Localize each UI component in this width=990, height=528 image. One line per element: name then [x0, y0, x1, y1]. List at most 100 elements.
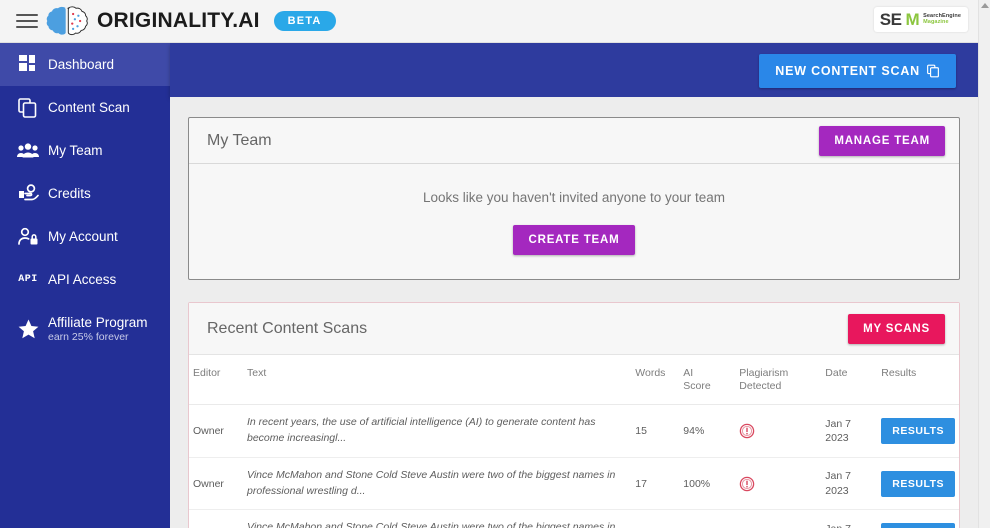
- manage-team-button[interactable]: MANAGE TEAM: [819, 125, 945, 156]
- hand-coin-icon: [8, 184, 48, 203]
- copy-documents-icon: [8, 97, 48, 118]
- sidebar-item-dashboard[interactable]: Dashboard: [0, 43, 170, 86]
- new-content-scan-label: NEW CONTENT SCAN: [775, 64, 920, 78]
- dashboard-grid-icon: [8, 55, 48, 74]
- table-row: OwnerVince McMahon and Stone Cold Steve …: [189, 509, 959, 528]
- my-team-card-header: My Team MANAGE TEAM: [189, 118, 959, 164]
- cell-editor: Owner: [189, 509, 243, 528]
- my-team-empty-state: Looks like you haven't invited anyone to…: [189, 164, 959, 279]
- scroll-up-arrow-icon[interactable]: [981, 3, 989, 8]
- alert-circle-icon: [740, 476, 755, 491]
- sem-se-text: SE: [879, 10, 902, 29]
- sidebar-item-content-scan[interactable]: Content Scan: [0, 86, 170, 129]
- cell-words: 17: [631, 457, 680, 511]
- alert-circle-icon: [740, 423, 755, 439]
- cell-plagiarism: [735, 404, 822, 458]
- cell-date-line2: 2023: [825, 432, 849, 444]
- sidebar-item-label: Credits: [48, 186, 91, 201]
- cell-results: RESULTS: [877, 457, 959, 511]
- cell-words: 17: [631, 509, 680, 528]
- hamburger-menu-icon[interactable]: [10, 10, 44, 32]
- star-icon: [8, 319, 48, 339]
- new-content-scan-button[interactable]: NEW CONTENT SCAN: [759, 54, 956, 88]
- api-text-icon: API: [8, 274, 48, 285]
- sidebar-item-affiliate-program[interactable]: Affiliate Program earn 25% forever: [0, 301, 170, 357]
- my-team-card: My Team MANAGE TEAM Looks like you haven…: [188, 117, 960, 280]
- column-header-editor: Editor: [189, 355, 243, 406]
- cell-text: Vince McMahon and Stone Cold Steve Austi…: [243, 509, 632, 528]
- cell-plagiarism: [735, 509, 822, 528]
- hamburger-line: [16, 14, 38, 16]
- scans-table-body: Owner In recent years, the use of artific…: [189, 404, 959, 528]
- sidebar-item-my-account[interactable]: My Account: [0, 215, 170, 258]
- column-header-words: Words: [631, 355, 680, 406]
- brand-name: ORIGINALITY.AI: [97, 9, 260, 32]
- my-team-empty-message: Looks like you haven't invited anyone to…: [422, 190, 725, 205]
- column-header-results: Results: [877, 355, 959, 406]
- column-header-plagiarism: Plagiarism Detected: [735, 355, 822, 406]
- top-bar: ORIGINALITY.AI BETA SE M SearchEngine Ma…: [0, 0, 978, 43]
- recent-content-scans-title: Recent Content Scans: [207, 319, 368, 337]
- sidebar-item-label: Affiliate Program: [48, 315, 148, 330]
- recent-content-scans-card: Recent Content Scans MY SCANS Editor Tex…: [188, 302, 960, 528]
- sidebar-item-label: My Account: [48, 229, 118, 244]
- cell-editor: Owner: [189, 457, 243, 511]
- create-team-button[interactable]: CREATE TEAM: [513, 225, 635, 255]
- sidebar-nav: Dashboard Content Scan My Team Credits M…: [0, 43, 170, 528]
- page-header-band: NEW CONTENT SCAN: [170, 43, 978, 97]
- cell-ai-score: 100%: [679, 457, 736, 511]
- cell-ai-score: 100%: [679, 509, 736, 528]
- cell-date: Jan 72023: [821, 457, 878, 511]
- sidebar-item-label: API Access: [48, 272, 117, 287]
- sem-subtitle-line2: Magazine: [923, 18, 949, 25]
- page-scrollbar[interactable]: [978, 0, 990, 528]
- api-glyph: API: [18, 274, 38, 285]
- sem-subtitle: SearchEngine Magazine: [923, 13, 961, 26]
- sem-partner-badge: SE M SearchEngine Magazine: [873, 7, 968, 32]
- cell-editor: Owner: [189, 404, 243, 458]
- column-header-ai-score: AI Score: [679, 355, 736, 406]
- sidebar-item-affiliate-text: Affiliate Program earn 25% forever: [48, 315, 148, 343]
- cell-date: Jan 7 2023: [821, 404, 878, 458]
- sem-m-text: M: [905, 10, 920, 29]
- sidebar-item-api-access[interactable]: API API Access: [0, 258, 170, 301]
- copy-documents-icon: [927, 64, 939, 78]
- sidebar-item-label: Content Scan: [48, 100, 130, 115]
- results-button[interactable]: RESULTS: [881, 523, 955, 528]
- main-content: My Team MANAGE TEAM Looks like you haven…: [170, 97, 978, 528]
- results-button[interactable]: RESULTS: [881, 470, 955, 497]
- brand-logo[interactable]: ORIGINALITY.AI: [46, 5, 260, 37]
- cell-date-line1: Jan 7: [825, 523, 851, 528]
- column-header-text: Text: [243, 355, 632, 406]
- cell-date-line1: Jan 7: [825, 470, 851, 483]
- cell-text: In recent years, the use of artificial i…: [243, 404, 632, 458]
- hamburger-line: [16, 26, 38, 28]
- recent-content-scans-header: Recent Content Scans MY SCANS: [189, 303, 959, 355]
- cell-date: Jan 72023: [821, 509, 878, 528]
- table-row: OwnerVince McMahon and Stone Cold Steve …: [189, 457, 959, 511]
- people-group-icon: [8, 142, 48, 159]
- app-root: ORIGINALITY.AI BETA SE M SearchEngine Ma…: [0, 0, 990, 528]
- my-team-title: My Team: [207, 131, 272, 149]
- sidebar-item-my-team[interactable]: My Team: [0, 129, 170, 172]
- cell-date-line1: Jan 7: [825, 417, 851, 430]
- my-scans-button[interactable]: MY SCANS: [848, 313, 945, 344]
- cell-results: RESULTS: [877, 509, 959, 528]
- scans-table-head: Editor Text Words AI Score Plagiarism De…: [189, 355, 959, 406]
- sidebar-item-credits[interactable]: Credits: [0, 172, 170, 215]
- sidebar-item-label: My Team: [48, 143, 103, 158]
- column-header-ai-line2: Score: [683, 380, 711, 393]
- column-header-ai-line1: AI: [683, 367, 694, 379]
- scans-table: Editor Text Words AI Score Plagiarism De…: [189, 355, 959, 528]
- beta-badge: BETA: [273, 11, 336, 31]
- hamburger-line: [16, 20, 38, 22]
- cell-plagiarism: [735, 457, 822, 511]
- sidebar-item-label: Dashboard: [48, 57, 115, 72]
- results-button[interactable]: RESULTS: [881, 418, 955, 444]
- cell-results: RESULTS: [877, 404, 959, 458]
- scans-table-header-row: Editor Text Words AI Score Plagiarism De…: [189, 355, 959, 406]
- person-lock-icon: [8, 227, 48, 246]
- table-row: Owner In recent years, the use of artific…: [189, 404, 959, 458]
- cell-words: 15: [631, 404, 680, 458]
- column-header-plagiarism-line2: Detected: [739, 380, 782, 393]
